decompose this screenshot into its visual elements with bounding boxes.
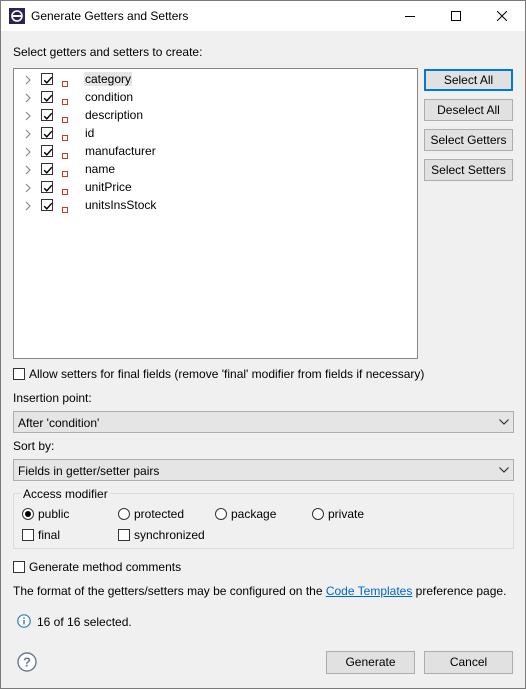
access-modifier-title: Access modifier (21, 487, 110, 501)
field-checkbox[interactable] (41, 199, 53, 211)
dialog-window: Generate Getters and Setters Select gett… (0, 0, 526, 689)
format-note: The format of the getters/setters may be… (13, 584, 506, 598)
eclipse-app-icon (9, 8, 25, 24)
sort-by-label: Sort by: (13, 439, 55, 453)
selection-status: 16 of 16 selected. (37, 615, 132, 629)
private-field-icon (62, 184, 68, 195)
select-setters-button[interactable]: Select Setters (424, 159, 513, 181)
field-name-label: id (85, 126, 95, 140)
insertion-point-label: Insertion point: (13, 391, 92, 405)
tree-row[interactable]: id (14, 124, 414, 142)
select-fields-heading: Select getters and setters to create: (13, 45, 203, 59)
window-title: Generate Getters and Setters (31, 9, 189, 23)
radio-package[interactable] (215, 508, 227, 520)
field-checkbox[interactable] (41, 181, 53, 193)
format-note-text: The format of the getters/setters may be… (13, 584, 326, 598)
radio-package-label: package (231, 507, 277, 521)
final-checkbox[interactable] (22, 529, 34, 541)
tree-row[interactable]: condition (14, 88, 414, 106)
generate-comments-label: Generate method comments (29, 560, 182, 574)
chevron-right-icon[interactable] (23, 128, 33, 139)
insertion-point-value: After 'condition' (18, 416, 100, 430)
field-name-label: category (84, 72, 133, 86)
private-field-icon (62, 166, 68, 177)
allow-setters-final-label: Allow setters for final fields (remove '… (29, 367, 425, 381)
private-field-icon (62, 94, 68, 105)
help-icon[interactable]: ? (17, 652, 37, 672)
chevron-down-icon (499, 419, 509, 425)
minimize-button[interactable] (387, 1, 433, 31)
field-name-label: unitPrice (85, 180, 132, 194)
radio-public[interactable] (22, 508, 34, 520)
select-getters-button[interactable]: Select Getters (424, 129, 513, 151)
sort-by-select[interactable]: Fields in getter/setter pairs (13, 459, 514, 481)
radio-private-label: private (328, 507, 365, 521)
chevron-right-icon[interactable] (23, 74, 33, 85)
chevron-right-icon[interactable] (23, 110, 33, 121)
chevron-right-icon[interactable] (23, 92, 33, 103)
fields-tree[interactable]: category condition description id manufactur… (13, 68, 418, 359)
tree-row[interactable]: unitsInsStock (14, 196, 414, 214)
maximize-icon (451, 11, 461, 21)
title-bar: Generate Getters and Setters (1, 1, 525, 31)
insertion-point-select[interactable]: After 'condition' (13, 411, 514, 433)
code-templates-link[interactable]: Code Templates (326, 584, 413, 598)
chevron-right-icon[interactable] (23, 200, 33, 211)
radio-protected-label: protected (134, 507, 185, 521)
sort-by-value: Fields in getter/setter pairs (18, 464, 160, 478)
private-field-icon (62, 112, 68, 123)
field-name-label: name (85, 162, 116, 176)
tree-row[interactable]: name (14, 160, 414, 178)
field-checkbox[interactable] (41, 73, 53, 85)
field-name-label: description (85, 108, 144, 122)
close-button[interactable] (479, 1, 525, 31)
synchronized-label: synchronized (134, 528, 205, 542)
tree-row[interactable]: manufacturer (14, 142, 414, 160)
field-checkbox[interactable] (41, 91, 53, 103)
svg-text:?: ? (23, 655, 31, 670)
cancel-button[interactable]: Cancel (424, 651, 513, 674)
allow-setters-final-checkbox[interactable] (13, 368, 25, 380)
access-modifier-group (13, 493, 514, 549)
chevron-right-icon[interactable] (23, 164, 33, 175)
minimize-icon (405, 16, 415, 17)
field-checkbox[interactable] (41, 163, 53, 175)
final-label: final (38, 528, 61, 542)
chevron-right-icon[interactable] (23, 146, 33, 157)
field-checkbox[interactable] (41, 109, 53, 121)
field-checkbox[interactable] (41, 127, 53, 139)
field-name-label: unitsInsStock (85, 198, 157, 212)
deselect-all-button[interactable]: Deselect All (424, 99, 513, 121)
field-checkbox[interactable] (41, 145, 53, 157)
tree-row[interactable]: category (14, 70, 414, 88)
tree-row[interactable]: unitPrice (14, 178, 414, 196)
private-field-icon (62, 130, 68, 141)
generate-comments-checkbox[interactable] (13, 561, 25, 573)
maximize-button[interactable] (433, 1, 479, 31)
format-note-suffix: preference page. (412, 584, 507, 598)
close-icon (497, 11, 507, 21)
synchronized-checkbox[interactable] (118, 529, 130, 541)
field-name-label: manufacturer (85, 144, 156, 158)
generate-button[interactable]: Generate (326, 651, 415, 674)
private-field-icon (62, 202, 68, 213)
private-field-icon (62, 76, 68, 87)
info-icon (17, 614, 31, 628)
private-field-icon (62, 148, 68, 159)
chevron-down-icon (499, 467, 509, 473)
field-name-label: condition (85, 90, 134, 104)
radio-public-label: public (38, 507, 70, 521)
tree-row[interactable]: description (14, 106, 414, 124)
radio-protected[interactable] (118, 508, 130, 520)
chevron-right-icon[interactable] (23, 182, 33, 193)
select-all-button[interactable]: Select All (424, 69, 513, 91)
radio-private[interactable] (312, 508, 324, 520)
